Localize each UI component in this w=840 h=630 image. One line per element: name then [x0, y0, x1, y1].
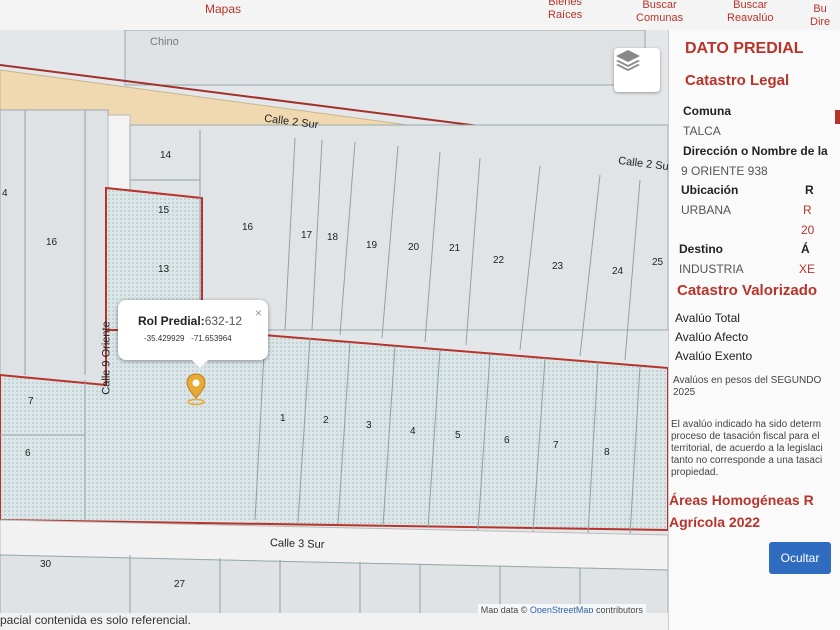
- street-label-calle-3-sur: Calle 3 Sur: [269, 537, 325, 551]
- nav-mapas[interactable]: Mapas: [205, 3, 241, 16]
- lot-number: 22: [493, 255, 505, 266]
- location-pin-icon[interactable]: [184, 372, 208, 406]
- lot-number: 19: [366, 240, 378, 251]
- right-col-a: Á: [801, 242, 810, 256]
- disclaimer-line2: proceso de tasación fiscal para el: [671, 431, 820, 442]
- popup-label: Rol Predial:: [138, 314, 205, 328]
- popup-lon: -71.653964: [191, 334, 232, 343]
- lot-number: 1: [280, 413, 286, 424]
- right-col-r2: R: [803, 203, 812, 217]
- section-catastro-legal: Catastro Legal: [685, 72, 790, 89]
- lot-number: 24: [612, 266, 624, 277]
- lot-number: 5: [455, 430, 461, 441]
- nav-buscar-comunas-line1: Buscar: [642, 0, 677, 11]
- avaluo-afecto-label: Avalúo Afecto: [675, 330, 749, 344]
- lot-number: 17: [301, 230, 313, 241]
- comuna-label: Comuna: [683, 104, 731, 118]
- lot-number: 16: [242, 222, 254, 233]
- lot-number: 20: [408, 242, 420, 253]
- street-label-calle-9-oriente: Calle 9 Oriente: [100, 321, 113, 395]
- lot-number: 4: [2, 188, 8, 199]
- popup-coords: -35.429929 -71.653964: [144, 334, 232, 343]
- avaluo-exento-label: Avalúo Exento: [675, 349, 753, 363]
- map-canvas[interactable]: Chino Calle 2 Sur Calle 2 Su Calle 3 Sur…: [0, 30, 668, 620]
- panel-title: DATO PREDIAL: [685, 40, 804, 57]
- destino-label: Destino: [679, 242, 724, 256]
- nav-bienes-line1: Bienes: [548, 0, 582, 8]
- section-agricola-2022: Agrícola 2022: [669, 514, 761, 530]
- popup-lat: -35.429929: [144, 334, 185, 343]
- lot-number: 25: [652, 257, 664, 268]
- top-navigation: Mapas Bienes Raíces Buscar Comunas Busca…: [0, 0, 840, 31]
- disclaimer-line1: El avalúo indicado ha sido determ: [671, 419, 822, 430]
- nav-buscar-reavaluo-line2: Reavalúo: [727, 12, 774, 24]
- status-marker: [835, 110, 840, 124]
- section-catastro-valorizado: Catastro Valorizado: [677, 282, 818, 299]
- lot-number: 7: [28, 396, 34, 407]
- popup-title: Rol Predial: 632-12: [138, 314, 242, 328]
- disclaimer-line5: propiedad.: [671, 467, 719, 478]
- lot-number: 21: [449, 243, 461, 254]
- disclaimer-line4: tanto no corresponde a una tasaci: [671, 455, 823, 466]
- nav-bienes-raices[interactable]: Bienes Raíces: [548, 0, 582, 22]
- lot-number: 13: [158, 264, 170, 275]
- avaluos-note-line1: Avalúos en pesos del SEGUNDO: [673, 375, 822, 386]
- lot-number: 6: [25, 448, 31, 459]
- lot-number: 18: [327, 232, 339, 243]
- nav-bu-line2: Dire: [810, 16, 831, 28]
- popup-value: 632-12: [204, 314, 243, 328]
- direccion-value: 9 ORIENTE 938: [681, 164, 768, 178]
- map-disclaimer: pacial contenida es solo referencial.: [0, 613, 668, 630]
- ocultar-button[interactable]: Ocultar: [769, 542, 831, 574]
- lot-number: 4: [410, 426, 416, 437]
- dato-predial-panel: DATO PREDIAL Catastro Legal Comuna TALCA…: [668, 30, 840, 630]
- avaluo-total-label: Avalúo Total: [675, 311, 740, 325]
- avaluos-note-line2: 2025: [673, 387, 696, 398]
- lot-number: 8: [604, 447, 610, 458]
- ubicacion-value: URBANA: [681, 203, 732, 217]
- section-areas-homogeneas: Áreas Homogéneas R: [669, 492, 814, 508]
- lot-number: 23: [552, 261, 564, 272]
- nav-buscar-comunas[interactable]: Buscar Comunas: [636, 0, 683, 25]
- nav-buscar-reavaluo[interactable]: Buscar Reavalúo: [727, 0, 773, 25]
- lot-number: 6: [504, 435, 510, 446]
- layers-icon: [616, 50, 640, 71]
- popup-close-button[interactable]: ×: [255, 306, 262, 320]
- layers-button[interactable]: [614, 48, 660, 92]
- right-col-r: R: [805, 183, 814, 197]
- lot-number: 16: [46, 237, 58, 248]
- disclaimer-line3: territorial, de acuerdo a la legislaci: [671, 443, 823, 454]
- street-label-chino: Chino: [150, 36, 179, 48]
- lot-number: 30: [40, 559, 52, 570]
- comuna-value: TALCA: [683, 124, 721, 138]
- right-col-20: 20: [801, 223, 815, 237]
- lot-number: 15: [158, 205, 170, 216]
- lot-number: 3: [366, 420, 372, 431]
- nav-buscar-reavaluo-line1: Buscar: [733, 0, 768, 11]
- rol-predial-popup: Rol Predial: 632-12 -35.429929 -71.65396…: [118, 300, 268, 368]
- nav-bienes-line2: Raíces: [548, 9, 583, 21]
- right-col-xe: XE: [799, 262, 816, 276]
- lot-number: 27: [174, 579, 186, 590]
- lot-number: 7: [553, 440, 559, 451]
- lot-number: 2: [323, 415, 329, 426]
- nav-bu-line1: Bu: [813, 3, 827, 15]
- ubicacion-label: Ubicación: [681, 183, 739, 197]
- nav-buscar-direccion[interactable]: Bu Dire: [810, 3, 830, 29]
- nav-buscar-comunas-line2: Comunas: [636, 12, 684, 24]
- lot-number: 14: [160, 150, 172, 161]
- destino-value: INDUSTRIA: [679, 262, 744, 276]
- direccion-label: Dirección o Nombre de la: [683, 144, 828, 158]
